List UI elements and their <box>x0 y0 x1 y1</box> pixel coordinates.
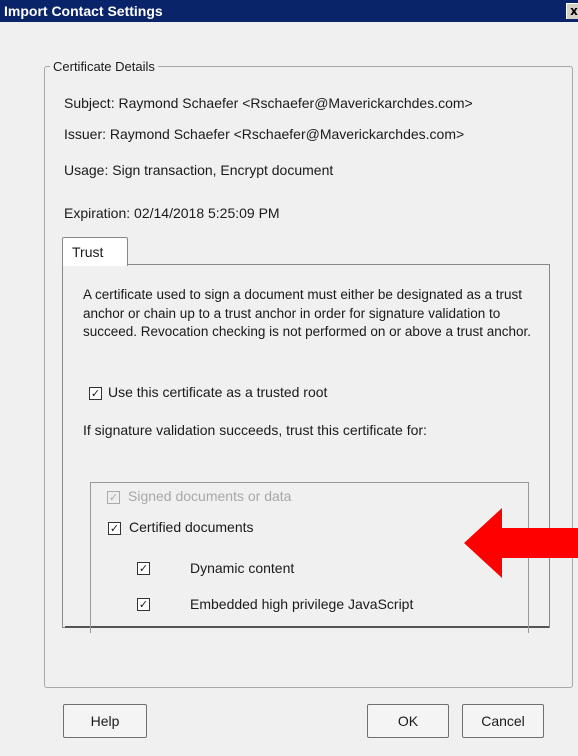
help-button[interactable]: Help <box>63 704 147 738</box>
ok-button[interactable]: OK <box>367 704 449 738</box>
javascript-checkbox[interactable]: ✓ <box>137 598 150 611</box>
certificate-details-legend: Certificate Details <box>50 59 158 74</box>
javascript-label[interactable]: Embedded high privilege JavaScript <box>190 596 413 612</box>
trusted-root-label[interactable]: Use this certificate as a trusted root <box>108 384 327 400</box>
tab-trust[interactable]: Trust <box>62 237 128 266</box>
window-title: Import Contact Settings <box>4 3 163 19</box>
subject-text: Subject: Raymond Schaefer <Rschaefer@Mav… <box>64 95 473 111</box>
dynamic-content-checkbox[interactable]: ✓ <box>137 562 150 575</box>
signed-documents-label: Signed documents or data <box>128 488 292 504</box>
cancel-button[interactable]: Cancel <box>462 704 544 738</box>
close-button[interactable]: x <box>566 3 578 19</box>
usage-text: Usage: Sign transaction, Encrypt documen… <box>64 162 334 178</box>
trusted-root-checkbox[interactable]: ✓ <box>89 387 102 400</box>
trust-description: A certificate used to sign a document mu… <box>83 287 532 339</box>
certified-documents-label[interactable]: Certified documents <box>129 519 254 535</box>
red-arrow-icon <box>464 508 578 578</box>
signed-documents-checkbox: ✓ <box>107 491 120 504</box>
title-bar: Import Contact Settings x <box>0 0 578 22</box>
issuer-text: Issuer: Raymond Schaefer <Rschaefer@Mave… <box>64 126 465 142</box>
expiration-text: Expiration: 02/14/2018 5:25:09 PM <box>64 205 280 221</box>
trust-for-label: If signature validation succeeds, trust … <box>83 422 427 438</box>
certified-documents-checkbox[interactable]: ✓ <box>108 522 121 535</box>
tab-trust-label: Trust <box>72 244 104 260</box>
dynamic-content-label[interactable]: Dynamic content <box>190 560 294 576</box>
